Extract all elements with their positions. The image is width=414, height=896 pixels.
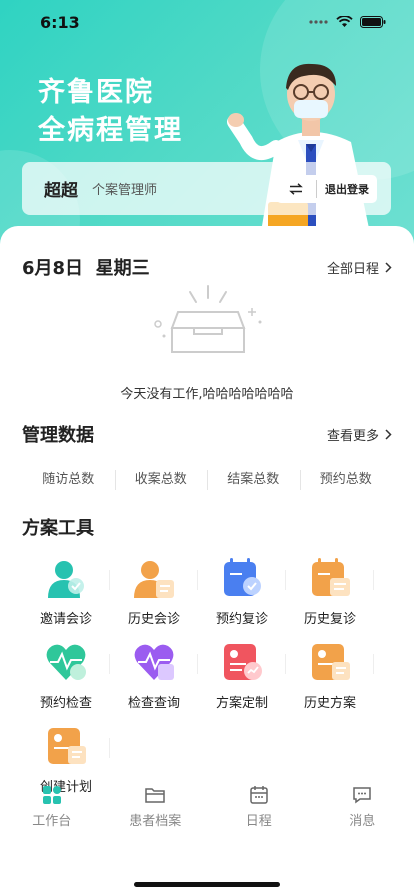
tab-patient-records[interactable]: 患者档案: [104, 780, 208, 836]
tool-history-consult[interactable]: 历史会诊: [110, 556, 198, 630]
user-card: 超超 个案管理师 退出登录: [22, 162, 391, 215]
tool-label: 检查查询: [127, 696, 180, 711]
tool-label: 方案定制: [215, 696, 268, 711]
tool-label: 预约检查: [39, 696, 92, 711]
tab-schedule[interactable]: 日程: [207, 780, 311, 836]
swap-icon: [289, 182, 303, 195]
weekday-text: 星期三: [95, 258, 150, 279]
switch-account-button[interactable]: [284, 177, 308, 201]
home-indicator: [134, 882, 280, 887]
history-consult-icon: [134, 561, 174, 598]
tool-label: 历史会诊: [127, 612, 180, 627]
tools-title: 方案工具: [22, 518, 94, 539]
empty-inbox-icon: [154, 285, 262, 353]
tool-label: 历史方案: [303, 696, 356, 711]
status-icons: [309, 16, 386, 28]
tab-label: 患者档案: [129, 814, 182, 829]
tool-invite-consult[interactable]: 邀请会诊: [22, 556, 110, 630]
status-time: 6:13: [40, 12, 80, 32]
exam-query-icon: [134, 644, 174, 680]
management-title: 管理数据: [22, 425, 94, 446]
history-revisit-icon: [312, 558, 350, 596]
book-exam-icon: [46, 644, 86, 680]
user-actions: 退出登录: [276, 174, 377, 203]
message-icon: [353, 787, 371, 804]
create-plan-icon: [48, 728, 86, 764]
tab-bar: 工作台 患者档案 日程 消息: [0, 780, 414, 836]
tool-label: 邀请会诊: [39, 612, 92, 627]
tab-messages[interactable]: 消息: [311, 780, 414, 836]
tab-label: 工作台: [32, 814, 72, 829]
user-name: 超超: [44, 181, 78, 201]
stat-appointments[interactable]: 预约总数: [299, 466, 393, 494]
view-more-link[interactable]: 查看更多: [327, 425, 392, 444]
view-more-label: 查看更多: [326, 428, 379, 444]
stat-admitted[interactable]: 收案总数: [114, 466, 208, 494]
tool-history-plan[interactable]: 历史方案: [286, 640, 374, 714]
battery-icon: [360, 16, 386, 28]
tab-workbench[interactable]: 工作台: [0, 780, 104, 836]
hero-banner: 6:13 齐鲁医院 全病程管理 超超 个案管理师 退出登录: [0, 0, 414, 260]
chevron-right-icon: [385, 428, 392, 440]
schedule-date: 6月8日 星期三: [22, 254, 150, 280]
tool-plan-custom[interactable]: 方案定制: [198, 640, 286, 714]
tools-grid: 邀请会诊 历史会诊 预约复诊 历史复诊 预约检查 检查查询 方案定制 历史方案 …: [22, 556, 392, 798]
tool-book-revisit[interactable]: 预约复诊: [198, 556, 286, 630]
workbench-icon: [42, 786, 61, 804]
stat-closed[interactable]: 结案总数: [207, 466, 300, 494]
tool-label: 历史复诊: [303, 612, 356, 627]
chevron-right-icon: [385, 261, 392, 273]
hero-title: 齐鲁医院 全病程管理: [38, 74, 183, 150]
tab-label: 日程: [245, 814, 272, 829]
status-bar: 6:13: [0, 0, 414, 44]
logout-button[interactable]: 退出登录: [325, 181, 369, 197]
folder-icon: [145, 788, 165, 803]
empty-schedule-text: 今天没有工作,哈哈哈哈哈哈哈: [120, 387, 294, 402]
book-revisit-icon: [224, 558, 261, 596]
hero-title-line2: 全病程管理: [38, 115, 183, 146]
user-role: 个案管理师: [92, 183, 158, 198]
date-text: 6月8日: [22, 258, 84, 279]
all-schedule-link[interactable]: 全部日程: [327, 258, 392, 277]
tool-history-revisit[interactable]: 历史复诊: [286, 556, 374, 630]
management-header: 管理数据 查看更多: [22, 421, 392, 447]
stat-followup[interactable]: 随访总数: [22, 466, 115, 494]
calendar-icon: [250, 786, 268, 804]
tab-label: 消息: [349, 814, 376, 829]
tool-book-exam[interactable]: 预约检查: [22, 640, 110, 714]
tool-label: 预约复诊: [215, 612, 268, 627]
invite-consult-icon: [48, 561, 84, 598]
tool-exam-query[interactable]: 检查查询: [110, 640, 198, 714]
tools-header: 方案工具: [22, 514, 392, 540]
schedule-header: 6月8日 星期三 全部日程: [22, 254, 392, 280]
wifi-icon: [336, 16, 353, 27]
hero-title-line1: 齐鲁医院: [38, 77, 154, 108]
all-schedule-label: 全部日程: [326, 261, 379, 277]
plan-custom-icon: [224, 644, 262, 680]
divider: [316, 179, 317, 198]
history-plan-icon: [312, 644, 350, 680]
signal-icon: [309, 20, 328, 24]
stats-row: 随访总数 收案总数 结案总数 预约总数: [22, 466, 392, 494]
